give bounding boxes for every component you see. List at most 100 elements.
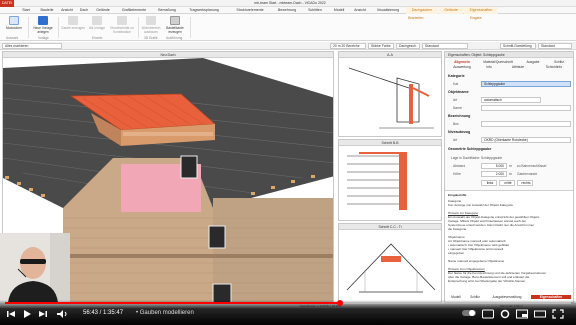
abstand-field[interactable]: 5.000 [481,163,507,169]
play-icon[interactable] [22,309,32,320]
modusform-button[interactable]: Modusform [2,16,26,36]
tab-gelaende[interactable]: Gelände [92,7,114,14]
kombination-button[interactable]: Einzelschritte zu Kombination [108,16,136,36]
tab-dach[interactable]: Dach [77,7,91,14]
rechts-button[interactable]: rechts [517,180,533,186]
tab-start[interactable]: Start [16,7,36,14]
tab-material[interactable]: Material/Querschnitt [477,60,519,64]
volume-icon[interactable] [56,309,68,320]
group-label-ausfuehrung: Ausführung [166,36,183,40]
hoehe-field[interactable]: 2.000 [481,171,507,177]
group-label-3d-grafik: 3D Grafik [144,36,158,40]
ribbon-divider [190,17,191,38]
als-vorlage-button[interactable]: Als Vorlage [86,16,108,36]
file-menu-button[interactable]: DATEI [0,0,14,7]
video-chapter[interactable]: • Gauben modellieren [136,310,194,316]
name-field[interactable] [481,105,571,111]
tab-allgemein[interactable]: Allgemein [448,60,476,64]
bez-field[interactable] [481,121,571,127]
unit-select[interactable]: Stärke Farbe [368,43,394,49]
tab-ausgabe[interactable]: Ausgabe [521,60,545,64]
next-icon[interactable] [38,309,48,320]
autoplay-toggle-icon[interactable] [462,309,476,318]
scale-select[interactable]: 20 m 20 Bereiche [330,43,366,49]
tab-ansicht-2[interactable]: Ansicht [350,7,370,14]
tab-visualisierung[interactable]: Visualisierung [371,7,405,14]
ribbon-divider [58,17,59,38]
ribbon-tabs: Start Bauteile Ansicht Dach Gelände Graf… [0,7,576,14]
tab-tragwerksplanung[interactable]: Tragwerksplanung [181,7,227,14]
tab-grafikelemente[interactable]: Grafikelemente [115,7,153,14]
detail-view-b-b[interactable]: Schnitt B-B [338,139,442,221]
subtitles-icon[interactable] [482,309,494,320]
tab-info[interactable]: Info [477,65,501,69]
tab-schlitten[interactable]: Schlitten [302,7,328,14]
tab-schichtinfo[interactable]: Schichtinfo [537,65,571,69]
edge-icon [170,16,180,25]
tab-auswertung[interactable]: Auswertung [448,65,476,69]
help-line: Entsprechung wird, bei Wiedergabe der Vi… [448,279,527,283]
standard2-select[interactable]: Standard [538,43,572,49]
kombination-label: Einzelschritte zu Kombination [110,26,134,34]
room-icon [146,16,156,25]
tab-bauteile[interactable]: Bauteile [37,7,57,14]
window-title: mb-team Start - mbteam-Dach - ViCADo 202… [254,1,326,5]
standard-select[interactable]: Standard [422,43,468,49]
mitte-button[interactable]: mitte [499,180,515,186]
abstand-label: Abstand [453,164,466,168]
settings-icon[interactable] [500,309,510,320]
art-select[interactable]: automatisch [481,97,541,103]
option-bar: Alles markieren 20 m 20 Bereiche Stärke … [0,42,576,50]
title-bar: DATEI mb-team Start - mbteam-Dach - ViCA… [0,0,576,7]
detail-view-c-c[interactable]: Schnitt C-C - Ti [338,223,442,303]
properties-panel: Eigenschaften: Objekt: Schleppgaube Allg… [444,51,574,303]
bauteilkante-label: Bauteilkante erzeugen [166,26,184,34]
display-select[interactable]: Schnitt-Darstellung [500,43,536,49]
context-group-bearbeiten: Bearbeiten [408,16,424,20]
video-player-controls: 56:43 / 1:35:47 • Gauben modellieren [0,300,576,325]
theater-mode-icon[interactable] [534,309,546,320]
modusform-label: Modusform [6,26,22,30]
fullscreen-icon[interactable] [552,309,564,320]
gaube-erzeugen-button[interactable]: Gaube erzeugen [60,16,86,36]
tab-strukturelemente[interactable]: Strukturelemente [228,7,272,14]
tab-schlitz[interactable]: Schlitz [547,60,571,64]
tab-gelaende-ctx[interactable]: Gelände [439,7,463,14]
section-kategorie: Kategorie [448,74,465,78]
filter-select[interactable]: Alles markieren [2,43,62,49]
niveau-select[interactable]: OKRD (Oberkante Rohdecke) [481,137,571,143]
detail-view-a-a[interactable]: A-A [338,51,442,137]
bottom-tab-eigenschaften[interactable]: Eigenschaften [531,295,571,299]
bottom-tab-modell[interactable]: Modell [447,295,465,299]
copy-icon [92,16,102,25]
section-objektname: Objektname [448,90,469,94]
links-button[interactable]: links [481,180,497,186]
neue-vorlage-button[interactable]: Neue Vorlage anlegen [30,16,56,36]
bauteilkante-button[interactable]: Bauteilkante erzeugen [162,16,188,36]
tab-modell[interactable]: Modell [329,7,349,14]
video-progress-bar[interactable] [5,300,571,306]
cursor-icon [9,16,19,25]
previous-icon[interactable] [6,309,16,320]
hoehe-note: Gaubenrande [517,172,538,176]
tab-bemassung[interactable]: Bemaßung [154,7,180,14]
kat-label: Kat. [453,82,459,86]
wohnbereich-label: Wohnbereich ausbauen [141,26,161,34]
ribbon-divider [28,17,29,38]
wohnbereich-button[interactable]: Wohnbereich ausbauen [140,16,162,36]
name-label: Name [453,106,462,110]
style-select[interactable]: Dachgesch. [396,43,420,49]
video-progress-knob[interactable] [337,300,344,306]
tab-dachgauben[interactable]: Dachgauben [406,7,438,14]
neue-vorlage-label: Neue Vorlage anlegen [33,26,53,34]
tab-bewehrung[interactable]: Bewehrung [273,7,301,14]
group-label-einzeln: Einzeln [92,36,103,40]
bottom-tab-schlitz[interactable]: Schlitz [466,295,484,299]
tab-ansicht[interactable]: Ansicht [58,7,76,14]
tab-eigenschaften[interactable]: Eigenschaften [464,7,498,14]
kat-select[interactable]: Schleppgaube [481,81,571,87]
section-geometrie: Geometrie Schleppgaube [448,147,492,151]
bottom-tab-ausgabeverwaltung[interactable]: Ausgabeverwaltung [485,295,529,299]
miniplayer-icon[interactable] [516,309,528,320]
tab-attribute[interactable]: Attribute [503,65,533,69]
